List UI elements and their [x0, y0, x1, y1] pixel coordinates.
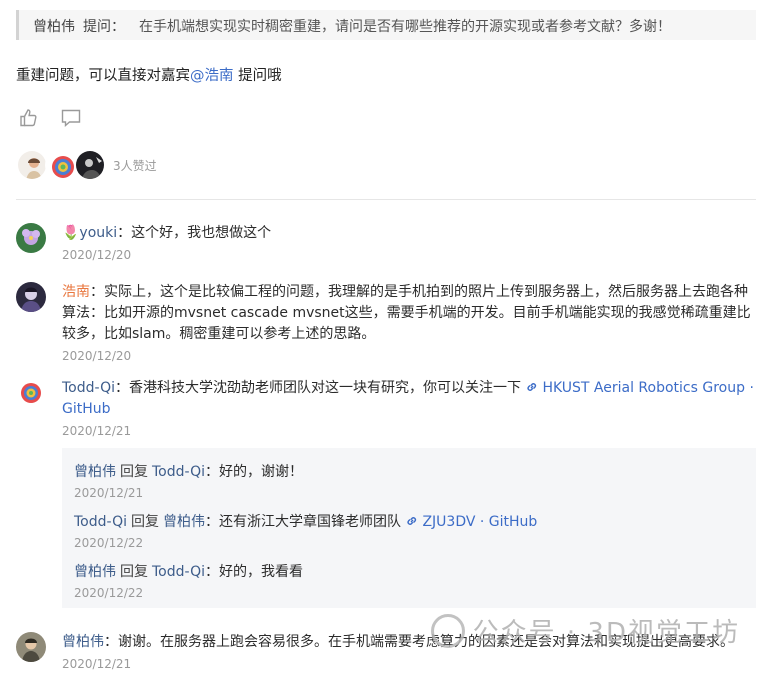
mention-link[interactable]: @浩南	[190, 68, 234, 84]
reply-to[interactable]: Todd-Qi	[152, 464, 205, 480]
reply-from[interactable]: 曾柏伟	[74, 464, 116, 480]
answer-prefix: 重建问题，可以直接对嘉宾	[16, 68, 190, 84]
reply-content: Todd-Qi 回复 曾柏伟：还有浙江大学章国锋老师团队 ZJU3DV · GitH…	[74, 512, 744, 532]
comment-text: 实际上，这个是比较偏工程的问题，我理解的是手机拍到的照片上传到服务器上，然后服务…	[62, 284, 751, 342]
link-text: ZJU3DV · GitHub	[422, 514, 538, 530]
quoted-question: 曾柏伟 提问： 在手机端想实现实时稠密重建，请问是否有哪些推荐的开源实现或者参考文献…	[16, 10, 756, 40]
avatar[interactable]	[16, 223, 46, 253]
answer-suffix: 提问哦	[233, 68, 282, 84]
comment-date: 2020/12/21	[62, 657, 132, 671]
comment-icon[interactable]	[60, 107, 82, 129]
user-name[interactable]: 曾柏伟	[62, 634, 104, 650]
comment-date: 2020/12/20	[62, 248, 132, 262]
reply-content: 曾柏伟 回复 Todd-Qi：好的，我看看	[74, 562, 744, 582]
quote-author[interactable]: 曾柏伟	[33, 19, 75, 35]
external-link[interactable]: ZJU3DV · GitHub	[405, 514, 537, 530]
reply-item: Todd-Qi 回复 曾柏伟：还有浙江大学章国锋老师团队 ZJU3DV · GitH…	[74, 512, 744, 550]
reply-verb: 回复	[120, 564, 148, 580]
answer-text: 重建问题，可以直接对嘉宾@浩南 提问哦	[16, 64, 282, 85]
reply-to[interactable]: 曾柏伟	[163, 514, 205, 530]
likes-count[interactable]: 3人赞过	[113, 157, 157, 174]
comment-date: 2020/12/20	[62, 349, 132, 363]
separator: ：	[205, 564, 219, 580]
avatar[interactable]	[45, 149, 77, 181]
comment-content: Todd-Qi：香港科技大学沈劭劼老师团队对这一块有研究，你可以关注一下 HKU…	[62, 378, 756, 420]
reply-to[interactable]: Todd-Qi	[152, 564, 205, 580]
avatar[interactable]	[74, 149, 106, 181]
reply-date: 2020/12/22	[74, 536, 144, 550]
reply-content: 曾柏伟 回复 Todd-Qi：好的，谢谢！	[74, 462, 744, 482]
likers-row: 3人赞过	[16, 148, 157, 182]
user-name[interactable]: Todd-Qi	[62, 380, 115, 396]
reply-text: 还有浙江大学章国锋老师团队	[219, 514, 401, 530]
reply-from[interactable]: Todd-Qi	[74, 514, 127, 530]
quote-text: 在手机端想实现实时稠密重建，请问是否有哪些推荐的开源实现或者参考文献？多谢！	[139, 19, 671, 35]
separator: ：	[90, 284, 104, 300]
reply-item: 曾柏伟 回复 Todd-Qi：好的，我看看 2020/12/22	[74, 562, 744, 600]
comment-text: 香港科技大学沈劭劼老师团队对这一块有研究，你可以关注一下	[129, 380, 521, 396]
separator: ：	[104, 634, 118, 650]
divider	[16, 199, 756, 200]
comment-text: 这个好，我也想做这个	[131, 225, 272, 241]
avatar[interactable]	[16, 378, 46, 408]
reply-from[interactable]: 曾柏伟	[74, 564, 116, 580]
separator: ：	[115, 380, 129, 396]
user-name[interactable]: 浩南	[62, 284, 90, 300]
separator: ：	[205, 464, 219, 480]
wechat-icon	[430, 613, 465, 648]
watermark-text: 公众号 · 3D视觉工坊	[472, 618, 740, 648]
avatar[interactable]	[16, 149, 48, 181]
separator: ：	[205, 514, 219, 530]
quote-tag: 提问：	[83, 19, 125, 35]
reply-item: 曾柏伟 回复 Todd-Qi：好的，谢谢！ 2020/12/21	[74, 462, 744, 500]
reply-verb: 回复	[131, 514, 159, 530]
avatar[interactable]	[16, 282, 46, 312]
avatar[interactable]	[16, 632, 46, 662]
separator: ：	[117, 225, 132, 241]
reply-verb: 回复	[120, 464, 148, 480]
reply-date: 2020/12/21	[74, 486, 144, 500]
reply-thread: 曾柏伟 回复 Todd-Qi：好的，谢谢！ 2020/12/21 Todd-Qi 回复…	[62, 448, 756, 608]
reply-text: 好的，我看看	[219, 564, 303, 580]
reply-text: 好的，谢谢！	[219, 464, 303, 480]
thumbs-up-icon[interactable]	[18, 107, 40, 129]
comment-content: 🌷youki：这个好，我也想做这个	[62, 223, 756, 244]
comment-date: 2020/12/21	[62, 424, 132, 438]
action-row	[18, 107, 82, 129]
link-icon	[405, 514, 419, 528]
reply-date: 2020/12/22	[74, 586, 144, 600]
comment-content: 浩南：实际上，这个是比较偏工程的问题，我理解的是手机拍到的照片上传到服务器上，然…	[62, 282, 756, 345]
watermark: 公众号 · 3D视觉工坊	[430, 612, 740, 649]
link-icon	[525, 380, 539, 394]
user-name[interactable]: 🌷youki	[62, 225, 117, 241]
